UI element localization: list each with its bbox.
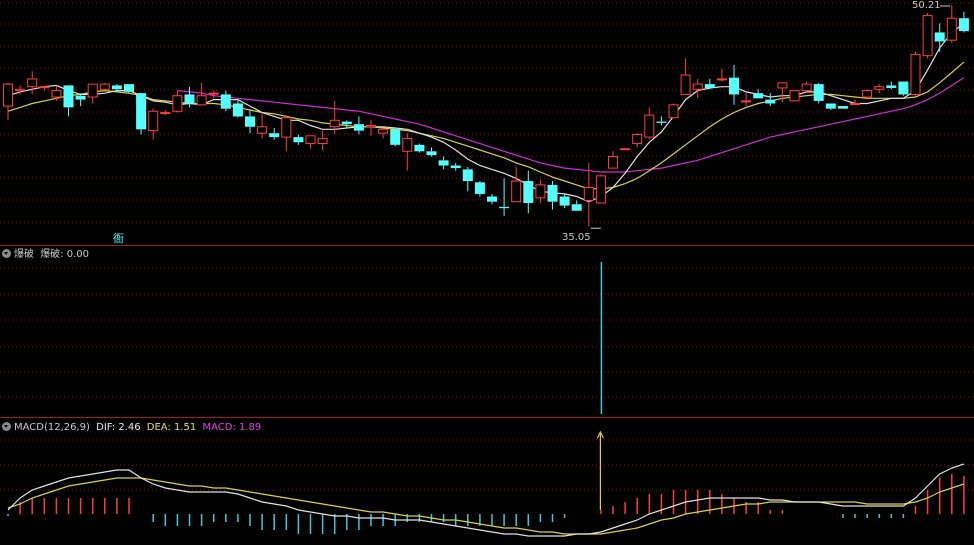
candle-body	[27, 78, 38, 88]
indicator-title: 爆破	[14, 249, 34, 260]
candle-body	[644, 114, 655, 138]
candle-body	[136, 93, 147, 130]
candle-body	[850, 102, 860, 105]
candle-body	[547, 184, 558, 202]
indicator-name: 爆破	[40, 249, 61, 260]
candle-body	[220, 94, 231, 109]
candle-body	[571, 204, 582, 211]
candle-body	[741, 100, 752, 103]
candle-body	[668, 104, 679, 119]
candle-body	[63, 85, 74, 108]
candle-body	[87, 83, 98, 98]
candle-body	[934, 32, 945, 42]
candle-body	[111, 85, 122, 90]
macd-header[interactable]: MACD(12,26,9) DIF: 2.46 DEA: 1.51 MACD: …	[2, 421, 261, 434]
candle-body	[257, 126, 268, 134]
candle-body	[124, 84, 134, 92]
chevron-down-icon[interactable]	[2, 249, 11, 258]
candle-body	[813, 84, 824, 101]
candle-body	[753, 93, 764, 99]
candle-body	[99, 83, 110, 90]
candle-body	[378, 128, 389, 134]
candle-body	[426, 151, 437, 156]
candle-body	[656, 121, 667, 123]
candle-body	[692, 83, 703, 90]
candle-body	[487, 196, 497, 202]
candle-body	[499, 206, 510, 209]
indicator-value: : 0.00	[60, 249, 90, 260]
candle-body	[462, 169, 473, 182]
macd-dea-label: DEA: 1.51	[146, 422, 197, 433]
candle-body	[523, 181, 534, 203]
candle-body	[414, 144, 425, 152]
candle-body	[910, 53, 921, 95]
candle-body	[922, 15, 933, 57]
candle-body	[269, 133, 280, 138]
candle-body	[862, 90, 873, 98]
macd-value-label: MACD: 1.89	[202, 422, 262, 433]
candle-body	[886, 85, 897, 88]
candle-body	[608, 155, 618, 169]
candle-body	[148, 110, 159, 132]
stock-chart-window: 50.21 35.05 衙 爆破 爆破: 0.00 MACD(12,26,9) …	[0, 0, 974, 545]
candle-body	[583, 186, 594, 201]
candle-body	[15, 88, 26, 92]
candle-body	[353, 124, 364, 131]
candle-body	[160, 112, 171, 115]
candle-body	[511, 180, 522, 203]
signal-marker-char: 衙	[113, 232, 124, 245]
candle-body	[704, 84, 715, 88]
price-high-label: 50.21	[912, 0, 941, 11]
chevron-down-icon[interactable]	[2, 422, 11, 431]
candle-body	[620, 148, 631, 151]
price-low-label: 35.05	[562, 232, 591, 243]
candle-body	[293, 137, 304, 143]
chart-canvas[interactable]	[0, 0, 974, 545]
candle-body	[837, 106, 848, 109]
candle-body	[559, 196, 570, 206]
candle-body	[535, 184, 546, 199]
indicator-header[interactable]: 爆破 爆破: 0.00	[2, 248, 89, 261]
candle-body	[874, 86, 885, 90]
candle-body	[366, 124, 376, 128]
candle-body	[777, 82, 788, 89]
candle-body	[51, 90, 62, 98]
candle-body	[958, 18, 969, 32]
macd-title: MACD(12,26,9)	[14, 422, 90, 433]
candle-body	[825, 103, 836, 109]
candle-body	[172, 95, 183, 112]
candle-body	[317, 137, 328, 145]
candle-body	[232, 103, 243, 117]
candle-body	[281, 117, 292, 138]
candle-body	[680, 74, 691, 95]
candle-body	[801, 83, 812, 92]
candle-body	[196, 95, 207, 106]
candle-body	[729, 77, 739, 95]
candle-body	[789, 90, 800, 102]
candle-body	[329, 119, 340, 128]
candle-body	[305, 135, 316, 145]
candle-body	[184, 94, 195, 104]
candle-body	[3, 83, 13, 107]
candle-body	[450, 165, 461, 169]
candle-body	[245, 116, 255, 127]
candle-body	[595, 175, 606, 204]
candle-body	[898, 81, 909, 95]
candle-body	[632, 134, 643, 145]
candle-body	[208, 92, 219, 95]
candle-body	[341, 121, 352, 125]
candle-body	[474, 182, 485, 194]
candle-body	[438, 160, 449, 166]
macd-dif-label: DIF: 2.46	[96, 422, 141, 433]
candle-body	[390, 129, 401, 145]
ma-long-line	[177, 77, 965, 173]
candle-body	[39, 86, 50, 89]
candle-body	[75, 95, 86, 100]
candle-body	[402, 137, 413, 152]
candle-body	[946, 17, 957, 41]
dea-line	[7, 477, 965, 535]
candle-body	[716, 78, 727, 81]
candle-body	[765, 99, 776, 104]
